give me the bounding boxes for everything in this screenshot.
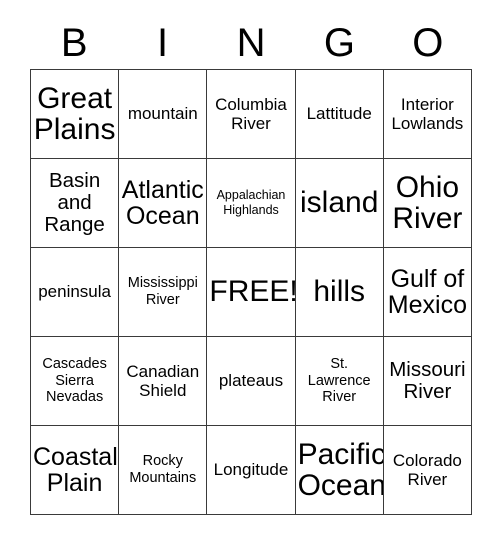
bingo-cell-label: peninsula: [38, 282, 111, 302]
bingo-cell-r3c2[interactable]: Mississippi River: [119, 248, 208, 337]
bingo-grid: Great Plains mountain Columbia River Lat…: [30, 69, 472, 515]
bingo-cell-r3c1[interactable]: peninsula: [31, 248, 120, 337]
bingo-cell-r4c5[interactable]: Missouri River: [383, 337, 472, 426]
bingo-cell-label: Coastal Plain: [33, 442, 118, 497]
bingo-cell-r2c2[interactable]: Atlantic Ocean: [119, 159, 208, 248]
header-letter-g: G: [323, 20, 355, 65]
bingo-cell-label: Rocky Mountains: [129, 453, 197, 486]
bingo-cell-free-space[interactable]: FREE!: [207, 248, 296, 337]
bingo-cell-r5c4[interactable]: Pacific Ocean: [295, 426, 384, 515]
bingo-cell-label: Mississippi River: [127, 275, 198, 308]
bingo-cell-label: Great Plains: [33, 81, 116, 146]
bingo-header: B I N G O: [30, 16, 472, 69]
bingo-cell-label: Pacific Ocean: [297, 437, 384, 502]
bingo-cell-r5c5[interactable]: Colorado River: [383, 426, 472, 515]
bingo-cell-r1c1[interactable]: Great Plains: [31, 70, 120, 159]
bingo-cell-r2c1[interactable]: Basin and Range: [31, 159, 120, 248]
bingo-cell-label: Appalachian Highlands: [216, 188, 286, 217]
bingo-cell-label: Basin and Range: [44, 168, 105, 237]
bingo-cell-r5c3[interactable]: Longitude: [207, 426, 296, 515]
bingo-cell-r2c3[interactable]: Appalachian Highlands: [207, 159, 296, 248]
bingo-cell-r1c5[interactable]: Interior Lowlands: [383, 70, 472, 159]
bingo-cell-r5c1[interactable]: Coastal Plain: [31, 426, 120, 515]
bingo-cell-r4c3[interactable]: plateaus: [207, 337, 296, 426]
bingo-cell-label: Canadian Shield: [126, 361, 200, 400]
bingo-cell-r4c1[interactable]: Cascades Sierra Nevadas: [31, 337, 120, 426]
header-letter-n: N: [236, 20, 266, 65]
bingo-cell-label: Columbia River: [215, 94, 287, 133]
bingo-cell-r2c5[interactable]: Ohio River: [383, 159, 472, 248]
bingo-cell-label: Gulf of Mexico: [387, 264, 467, 319]
bingo-cell-label: FREE!: [209, 275, 296, 309]
bingo-card: B I N G O Great Plains mountain Columbia…: [0, 0, 500, 544]
bingo-cell-r2c4[interactable]: island: [295, 159, 384, 248]
bingo-cell-label: Missouri River: [389, 357, 466, 403]
header-letter-i: I: [157, 20, 169, 65]
bingo-cell-label: Ohio River: [392, 170, 463, 235]
bingo-cell-label: Cascades Sierra Nevadas: [42, 355, 107, 406]
bingo-cell-label: plateaus: [218, 371, 284, 391]
header-letter-o: O: [412, 20, 444, 65]
bingo-cell-label: island: [300, 186, 379, 220]
bingo-cell-r1c3[interactable]: Columbia River: [207, 70, 296, 159]
bingo-cell-label: Lattitude: [306, 104, 372, 124]
bingo-cell-label: hills: [313, 275, 366, 309]
bingo-cell-label: mountain: [127, 104, 198, 124]
bingo-cell-label: Interior Lowlands: [391, 94, 464, 133]
header-letter-b: B: [60, 20, 88, 65]
bingo-cell-label: Longitude: [213, 460, 289, 480]
bingo-cell-r5c2[interactable]: Rocky Mountains: [119, 426, 208, 515]
bingo-cell-label: Atlantic Ocean: [121, 175, 204, 230]
bingo-cell-label: St. Lawrence River: [307, 355, 371, 406]
bingo-cell-label: Colorado River: [392, 450, 462, 489]
bingo-cell-r4c2[interactable]: Canadian Shield: [119, 337, 208, 426]
bingo-cell-r1c4[interactable]: Lattitude: [295, 70, 384, 159]
bingo-cell-r1c2[interactable]: mountain: [119, 70, 208, 159]
bingo-cell-r3c5[interactable]: Gulf of Mexico: [383, 248, 472, 337]
bingo-cell-r4c4[interactable]: St. Lawrence River: [295, 337, 384, 426]
bingo-cell-r3c4[interactable]: hills: [295, 248, 384, 337]
